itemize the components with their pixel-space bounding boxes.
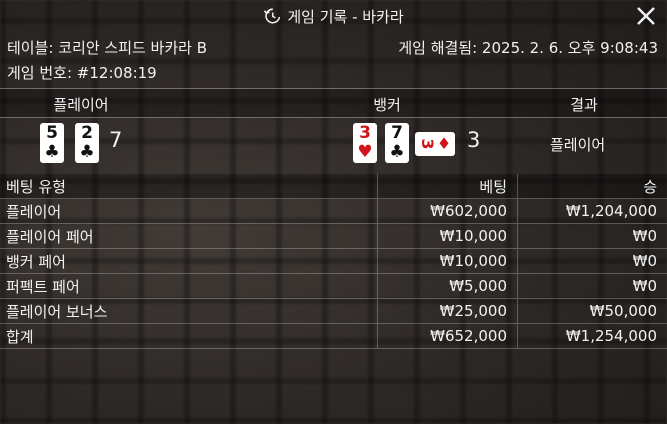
result-column-header: 결과 — [570, 96, 598, 114]
player-column-header: 플레이어 — [53, 96, 109, 114]
table-row: 퍼펙트 페어 ₩5,000 ₩0 — [0, 273, 667, 299]
win-amount-header: 승 — [517, 174, 667, 199]
banker-card-2: 7 ♣ — [385, 123, 409, 163]
bet-type: 뱅커 페어 — [0, 248, 378, 274]
total-win-amount: ₩1,254,000 — [517, 323, 667, 349]
player-card-2: 2 ♣ — [75, 123, 99, 163]
player-total: 7 — [109, 128, 123, 152]
win-amount: ₩1,204,000 — [517, 198, 667, 224]
result-header-row: 플레이어 뱅커 결과 — [0, 88, 667, 118]
bets-table: 베팅 유형 베팅 승 플레이어 ₩602,000 ₩1,204,000 플레이어… — [0, 174, 667, 349]
bet-type-header: 베팅 유형 — [0, 174, 378, 199]
bet-type: 플레이어 페어 — [0, 223, 378, 249]
bet-amount: ₩10,000 — [377, 223, 518, 249]
bet-amount: ₩25,000 — [377, 298, 518, 324]
cards-row: 5 ♣ 2 ♣ 7 3 ♥ 7 ♣ 3 ♦ 3 플레이어 — [0, 118, 667, 170]
close-icon[interactable] — [635, 5, 657, 27]
table-row: 플레이어 페어 ₩10,000 ₩0 — [0, 223, 667, 249]
bet-amount: ₩602,000 — [377, 198, 518, 224]
win-amount: ₩50,000 — [517, 298, 667, 324]
bet-amount: ₩5,000 — [377, 273, 518, 299]
banker-card-1: 3 ♥ — [353, 123, 377, 163]
banker-total: 3 — [467, 128, 481, 152]
table-row: 뱅커 페어 ₩10,000 ₩0 — [0, 248, 667, 274]
win-amount: ₩0 — [517, 248, 667, 274]
game-number: 게임 번호: #12:08:19 — [7, 64, 157, 82]
dialog-titlebar: 게임 기록 - 바카라 — [0, 0, 667, 32]
player-card-1: 5 ♣ — [40, 123, 64, 163]
table-row: 플레이어 ₩602,000 ₩1,204,000 — [0, 198, 667, 224]
bet-type: 플레이어 — [0, 198, 378, 224]
total-bet-amount: ₩652,000 — [377, 323, 518, 349]
total-label: 합계 — [0, 323, 378, 349]
bets-table-header: 베팅 유형 베팅 승 — [0, 174, 667, 199]
winning-side: 플레이어 — [550, 136, 606, 154]
total-row: 합계 ₩652,000 ₩1,254,000 — [0, 323, 667, 349]
bet-amount: ₩10,000 — [377, 248, 518, 274]
table-row: 플레이어 보너스 ₩25,000 ₩50,000 — [0, 298, 667, 324]
bet-type: 퍼펙트 페어 — [0, 273, 378, 299]
table-name: 테이블: 코리안 스피드 바카라 B — [7, 39, 208, 57]
history-clock-icon — [264, 8, 281, 24]
win-amount: ₩0 — [517, 223, 667, 249]
banker-column-header: 뱅커 — [373, 96, 401, 114]
dialog-title: 게임 기록 - 바카라 — [287, 7, 404, 26]
win-amount: ₩0 — [517, 273, 667, 299]
game-history-dialog: 게임 기록 - 바카라 테이블: 코리안 스피드 바카라 B 게임 해결됨: 2… — [0, 0, 667, 424]
bet-type: 플레이어 보너스 — [0, 298, 378, 324]
banker-card-3-sideways: 3 ♦ — [415, 132, 455, 156]
resolved-time: 게임 해결됨: 2025. 2. 6. 오후 9:08:43 — [398, 39, 658, 57]
bet-amount-header: 베팅 — [377, 174, 518, 199]
